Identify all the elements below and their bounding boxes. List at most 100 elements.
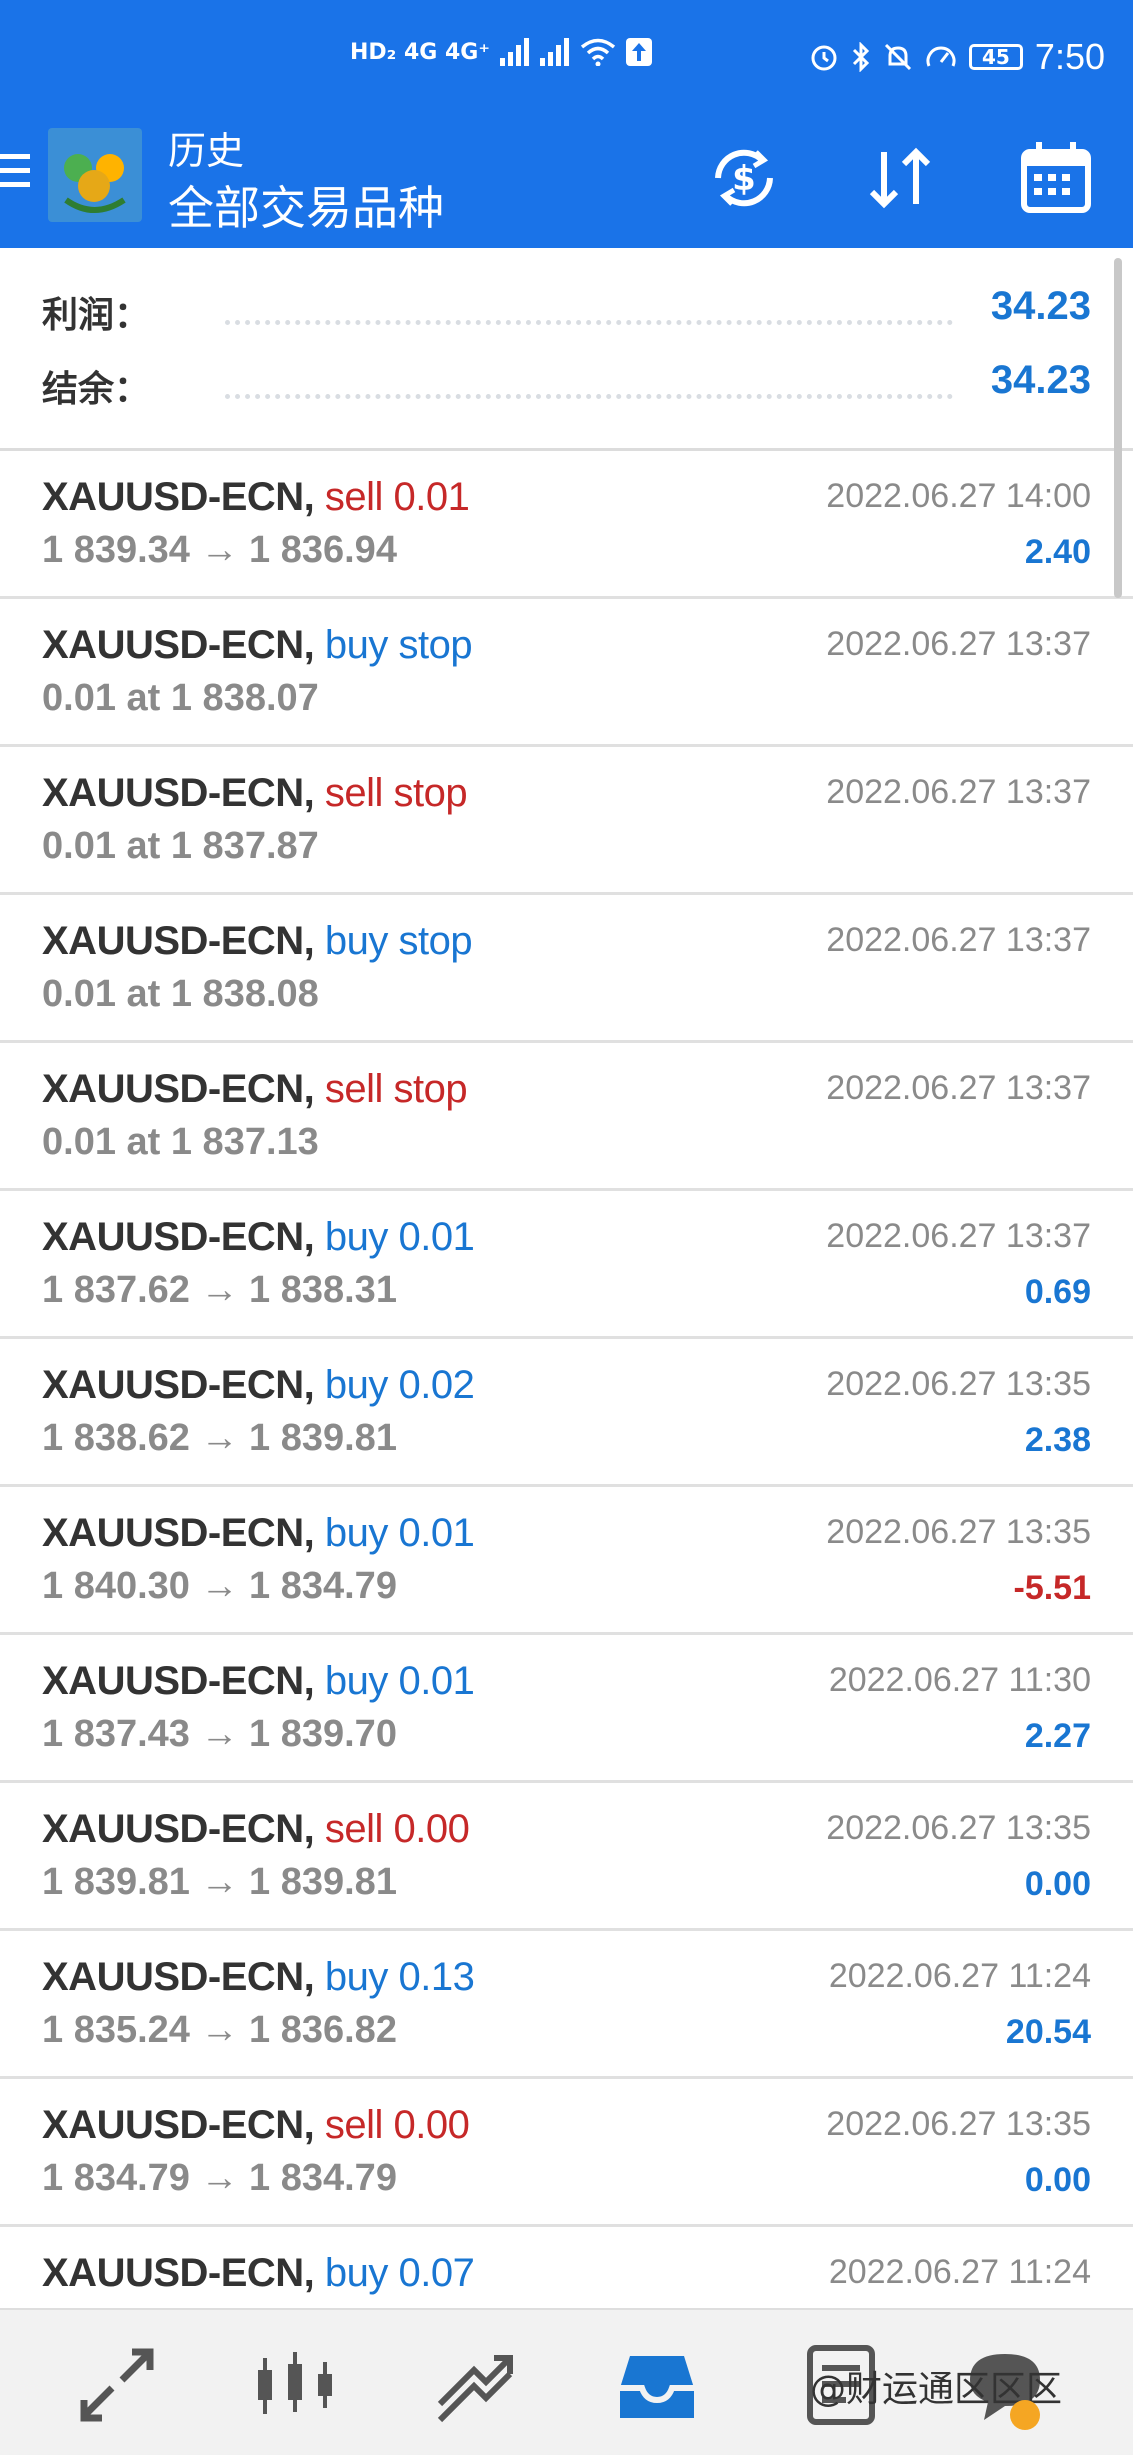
calendar-icon[interactable] (1016, 138, 1096, 218)
trade-icon[interactable] (430, 2340, 520, 2430)
scrollbar[interactable] (1114, 258, 1122, 598)
network-indicators: HD₂ 4G 4G⁺ (350, 38, 652, 66)
dotted-leader (225, 394, 953, 399)
quotes-icon[interactable] (72, 2340, 162, 2430)
symbol-name: XAUUSD-ECN, (42, 1363, 315, 1407)
menu-icon[interactable] (0, 154, 30, 194)
notification-badge (1010, 2400, 1040, 2430)
deal-datetime: 2022.06.27 13:37 (826, 1069, 1091, 1107)
deal-profit: -5.51 (1013, 1569, 1092, 1607)
deal-datetime: 2022.06.27 11:24 (828, 2253, 1091, 2291)
deal-action: sell 0.00 (324, 2103, 470, 2147)
profit-row: 利润： 34.23 (0, 276, 1133, 350)
balance-label: 结余： (42, 369, 151, 410)
list-item[interactable]: XAUUSD-ECN, sell stop 0.01 at 1 837.13 202… (0, 1043, 1133, 1191)
list-item[interactable]: XAUUSD-ECN, buy 0.02 1 838.62 → 1 839.81 2… (0, 1339, 1133, 1487)
deal-prices: 1 838.62 → 1 839.81 (42, 1417, 397, 1459)
deal-action: buy 0.07 (324, 2251, 475, 2295)
alarm-icon (811, 45, 837, 71)
deal-prices: 1 834.79 → 1 834.79 (42, 2157, 397, 2199)
upload-icon (625, 38, 652, 66)
deal-datetime: 2022.06.27 11:24 (828, 1957, 1091, 1995)
deal-datetime: 2022.06.27 13:35 (826, 1365, 1091, 1403)
deal-action: sell stop (324, 771, 468, 815)
balance-row: 结余： 34.23 (0, 350, 1133, 424)
list-item[interactable]: XAUUSD-ECN, sell 0.01 1 839.34 → 1 836.94… (0, 451, 1133, 599)
deal-title: XAUUSD-ECN, buy 0.01 (42, 1659, 475, 1704)
deal-profit: 2.38 (1024, 1421, 1091, 1459)
deal-prices: 1 839.34 → 1 836.94 (42, 529, 397, 571)
deal-profit: 20.54 (1005, 2013, 1091, 2051)
deal-title: XAUUSD-ECN, buy 0.07 (42, 2251, 475, 2296)
deal-title: XAUUSD-ECN, sell 0.01 (42, 475, 470, 520)
system-indicators: 45 7:50 (809, 36, 1105, 78)
chart-icon[interactable] (250, 2340, 340, 2430)
deal-datetime: 2022.06.27 13:35 (826, 1809, 1091, 1847)
deal-action: buy 0.02 (324, 1363, 475, 1407)
network-text: HD₂ 4G 4G⁺ (350, 39, 490, 65)
deal-action: buy 0.01 (324, 1215, 475, 1259)
symbol-name: XAUUSD-ECN, (42, 919, 315, 963)
symbol-name: XAUUSD-ECN, (42, 2251, 315, 2295)
dotted-leader (225, 320, 953, 325)
deal-action: sell stop (324, 1067, 468, 1111)
app-bar: 历史 全部交易品种 $ (0, 100, 1133, 248)
bluetooth-icon (852, 42, 870, 72)
symbol-name: XAUUSD-ECN, (42, 623, 315, 667)
list-item[interactable]: XAUUSD-ECN, buy 0.071 836.24 → 1 836.822… (0, 2227, 1133, 2308)
deal-profit: 0.00 (1024, 1865, 1091, 1903)
deal-prices: 0.01 at 1 838.07 (42, 677, 319, 719)
deal-action: sell 0.00 (324, 1807, 470, 1851)
deal-prices: 0.01 at 1 837.87 (42, 825, 319, 867)
mute-icon (884, 43, 911, 71)
symbol-name: XAUUSD-ECN, (42, 1659, 315, 1703)
list-item[interactable]: XAUUSD-ECN, buy stop 0.01 at 1 838.07 2022… (0, 599, 1133, 747)
deal-title: XAUUSD-ECN, buy stop (42, 919, 473, 964)
symbol-name: XAUUSD-ECN, (42, 1511, 315, 1555)
deal-profit: 0.69 (1024, 1273, 1091, 1311)
list-item[interactable]: XAUUSD-ECN, buy 0.01 1 837.43 → 1 839.70 2… (0, 1635, 1133, 1783)
signal-icon (499, 38, 529, 66)
svg-text:$: $ (732, 159, 756, 199)
app-logo (48, 128, 142, 222)
sort-icon[interactable] (860, 138, 940, 218)
list-item[interactable]: XAUUSD-ECN, buy 0.01 1 837.62 → 1 838.31 2… (0, 1191, 1133, 1339)
deal-prices: 1 839.81 → 1 839.81 (42, 1861, 397, 1903)
clock: 7:50 (1034, 36, 1105, 77)
deal-title: XAUUSD-ECN, buy stop (42, 623, 473, 668)
list-item[interactable]: XAUUSD-ECN, sell stop 0.01 at 1 837.87 202… (0, 747, 1133, 895)
list-item[interactable]: XAUUSD-ECN, buy 0.01 1 840.30 → 1 834.79 2… (0, 1487, 1133, 1635)
profit-value: 34.23 (990, 284, 1091, 328)
deal-prices: 1 837.43 → 1 839.70 (42, 1713, 397, 1755)
list-item[interactable]: XAUUSD-ECN, sell 0.00 1 834.79 → 1 834.79… (0, 2079, 1133, 2227)
deal-title: XAUUSD-ECN, buy 0.13 (42, 1955, 475, 2000)
symbol-name: XAUUSD-ECN, (42, 1067, 315, 1111)
list-item[interactable]: XAUUSD-ECN, buy 0.13 1 835.24 → 1 836.82 2… (0, 1931, 1133, 2079)
symbol-name: XAUUSD-ECN, (42, 2103, 315, 2147)
history-icon[interactable] (612, 2340, 702, 2430)
symbol-name: XAUUSD-ECN, (42, 1215, 315, 1259)
battery-icon: 45 (968, 44, 1023, 70)
list-item[interactable]: XAUUSD-ECN, buy stop 0.01 at 1 838.08 2022… (0, 895, 1133, 1043)
deal-title: XAUUSD-ECN, sell stop (42, 1067, 468, 1112)
deal-action: buy stop (324, 623, 473, 667)
list-item[interactable]: XAUUSD-ECN, sell 0.00 1 839.81 → 1 839.81… (0, 1783, 1133, 1931)
deal-prices: 0.01 at 1 838.08 (42, 973, 319, 1015)
symbol-name: XAUUSD-ECN, (42, 771, 315, 815)
symbol-name: XAUUSD-ECN, (42, 1807, 315, 1851)
deal-action: buy 0.01 (324, 1659, 475, 1703)
deal-prices: 1 837.62 → 1 838.31 (42, 1269, 397, 1311)
symbol-name: XAUUSD-ECN, (42, 1955, 315, 1999)
deal-datetime: 2022.06.27 13:37 (826, 625, 1091, 663)
symbol-filter[interactable]: 全部交易品种 (168, 172, 444, 238)
deal-datetime: 2022.06.27 11:30 (828, 1661, 1091, 1699)
deal-datetime: 2022.06.27 13:35 (826, 1513, 1091, 1551)
deal-title: XAUUSD-ECN, sell stop (42, 771, 468, 816)
symbol-name: XAUUSD-ECN, (42, 475, 315, 519)
deal-datetime: 2022.06.27 13:37 (826, 1217, 1091, 1255)
status-bar: HD₂ 4G 4G⁺ 45 7:50 (0, 0, 1133, 100)
deal-datetime: 2022.06.27 13:37 (826, 921, 1091, 959)
currency-exchange-icon[interactable]: $ (704, 138, 784, 218)
history-list[interactable]: XAUUSD-ECN, sell 0.01 1 839.34 → 1 836.94… (0, 451, 1133, 2308)
deal-title: XAUUSD-ECN, buy 0.01 (42, 1511, 475, 1556)
